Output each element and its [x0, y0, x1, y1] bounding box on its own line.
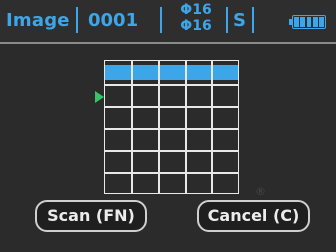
- image-number: 0001: [88, 10, 139, 31]
- scan-button[interactable]: Scan (FN): [35, 200, 147, 232]
- grid-line: [105, 172, 238, 174]
- grid-line: [105, 106, 238, 108]
- scan-mode: S: [233, 10, 246, 31]
- grid-line: [105, 84, 238, 86]
- status-header: Image 0001 Φ16 Φ16 S: [0, 0, 336, 44]
- diameter-readout: Φ16 Φ16: [176, 2, 216, 34]
- cancel-button[interactable]: Cancel (C): [197, 200, 310, 232]
- header-separator: [160, 7, 162, 33]
- header-separator: [226, 7, 228, 33]
- header-separator: [252, 7, 254, 33]
- battery-icon: [289, 15, 326, 29]
- mode-title: Image: [6, 10, 70, 31]
- grid-line: [105, 128, 238, 130]
- watermark: ®: [255, 185, 266, 198]
- diameter-bottom: Φ16: [180, 18, 212, 34]
- image-grid: [104, 60, 239, 194]
- grid-line: [105, 150, 238, 152]
- row-pointer-icon: [95, 91, 104, 103]
- header-separator: [76, 7, 78, 33]
- diameter-top: Φ16: [180, 2, 212, 18]
- highlighted-row: [105, 65, 238, 80]
